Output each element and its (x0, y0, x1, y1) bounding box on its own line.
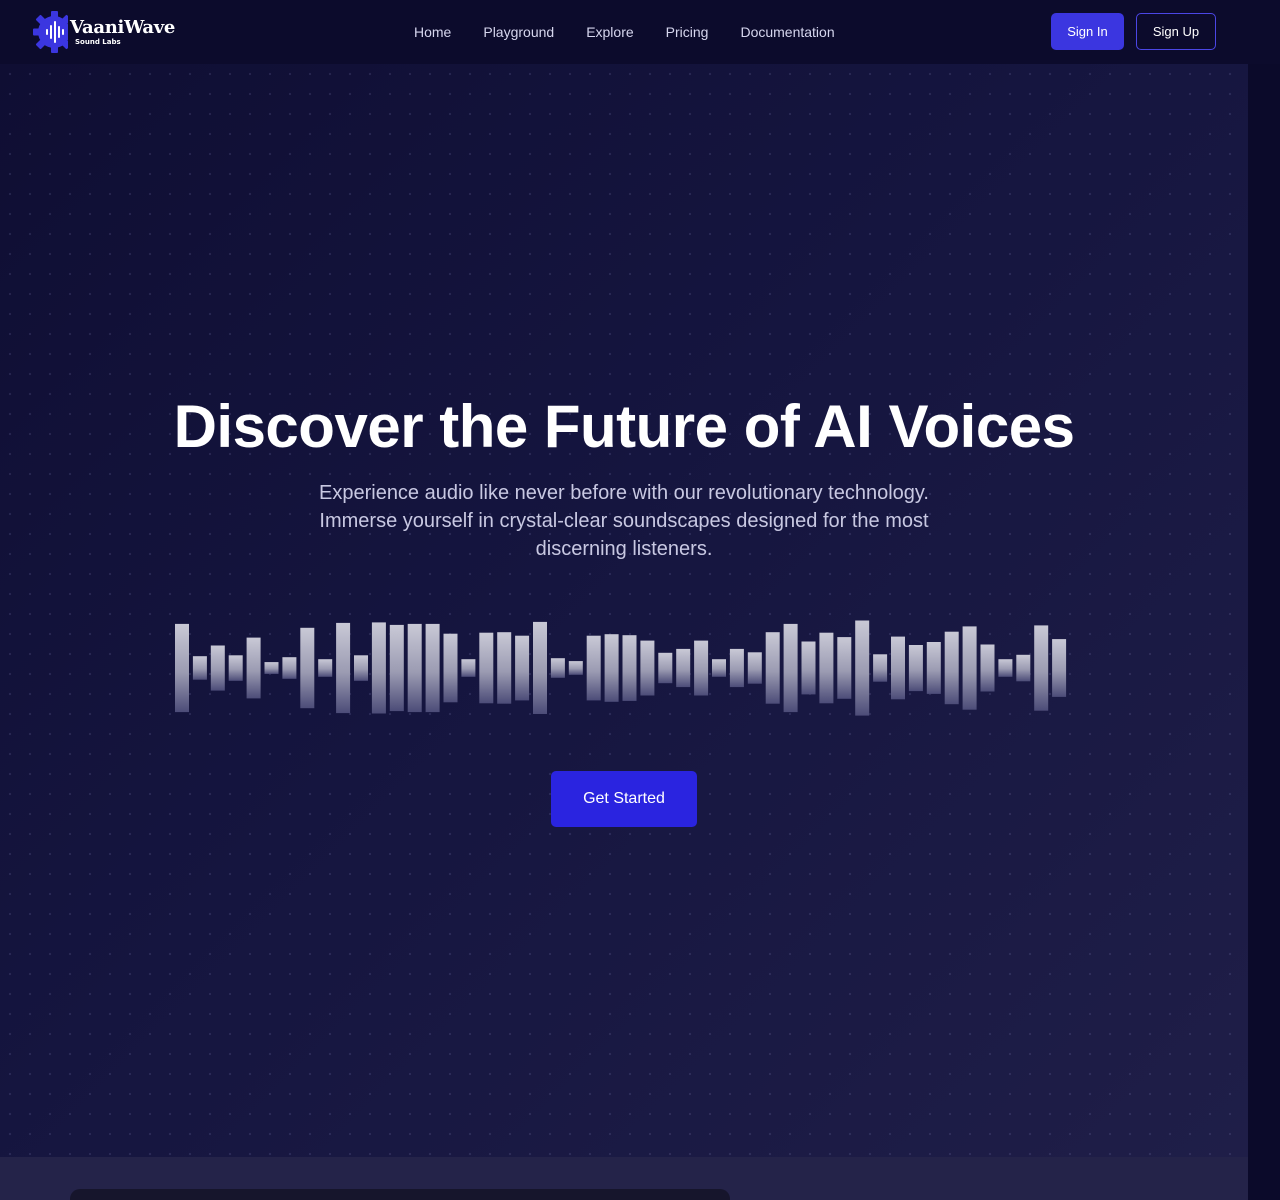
next-section-card (70, 1189, 730, 1200)
waveform-bar (622, 635, 637, 701)
waveform-bar (694, 640, 709, 696)
nav-documentation[interactable]: Documentation (724, 24, 850, 40)
gear-soundwave-icon (33, 11, 68, 53)
top-nav: VaaniWave Sound Labs Home Playground Exp… (0, 0, 1280, 64)
page-gutter (1248, 64, 1280, 1200)
page: VaaniWave Sound Labs Home Playground Exp… (0, 0, 1280, 1200)
waveform-bar (497, 632, 512, 704)
waveform-bar (336, 622, 351, 714)
audio-waveform (175, 620, 1067, 716)
waveform-bar (783, 623, 798, 713)
waveform-bar (443, 633, 458, 703)
waveform-bar (712, 659, 726, 677)
brand-name: VaaniWave (70, 16, 176, 38)
waveform-bar (300, 627, 315, 709)
waveform-bar (819, 632, 834, 704)
hero-subtitle: Experience audio like never before with … (319, 482, 929, 560)
nav-explore[interactable]: Explore (570, 24, 649, 40)
waveform-bar (908, 645, 923, 692)
waveform-bar (891, 636, 905, 700)
waveform-bar (264, 662, 279, 674)
next-section (0, 1157, 1248, 1200)
waveform-bar (192, 656, 207, 680)
dot-pattern-background (0, 64, 1248, 1157)
waveform-bar (604, 634, 619, 702)
waveform-bar (407, 623, 422, 713)
waveform-bar (354, 655, 368, 681)
waveform-bar (676, 648, 691, 688)
waveform-bar (550, 658, 565, 678)
waveform-bar (729, 648, 744, 688)
waveform-bar (282, 657, 297, 679)
waveform-bar (801, 641, 816, 695)
waveform-bar (658, 652, 673, 684)
sign-in-button[interactable]: Sign In (1051, 13, 1124, 50)
get-started-button[interactable]: Get Started (551, 771, 697, 827)
waveform-bar (962, 626, 977, 710)
waveform-bar (765, 632, 780, 704)
waveform-bar (318, 659, 333, 677)
waveform-bar (389, 624, 404, 712)
waveform-bar (568, 661, 583, 675)
sign-up-button[interactable]: Sign Up (1136, 13, 1216, 50)
nav-pricing[interactable]: Pricing (650, 24, 725, 40)
waveform-bar (425, 623, 440, 713)
main-nav: Home Playground Explore Pricing Document… (398, 0, 851, 64)
waveform-bar (246, 637, 261, 699)
waveform-bar (371, 622, 386, 714)
waveform-bar (1016, 654, 1031, 682)
waveform-bar (461, 659, 476, 677)
brand-wordmark: VaaniWave Sound Labs (70, 16, 176, 46)
waveform-bar (926, 642, 941, 694)
waveform-bar (640, 640, 655, 696)
nav-playground[interactable]: Playground (467, 24, 570, 40)
waveform-bar (944, 631, 959, 705)
waveform-bar (873, 654, 888, 682)
brand-tagline: Sound Labs (75, 37, 121, 46)
waveform-bar (855, 620, 870, 716)
waveform-bar (479, 632, 494, 704)
waveform-bar (1052, 639, 1067, 697)
waveform-bar (1034, 625, 1049, 711)
waveform-bar (175, 623, 189, 713)
nav-home[interactable]: Home (398, 24, 467, 40)
waveform-bar (980, 644, 995, 692)
waveform-bar (533, 621, 547, 714)
waveform-bar (747, 652, 762, 684)
waveform-bar (998, 659, 1013, 677)
waveform-bar (837, 637, 852, 699)
waveform-bar (228, 655, 243, 681)
waveform-bar (515, 635, 530, 701)
waveform-bar (586, 635, 601, 701)
waveform-bar (210, 645, 225, 691)
hero-title: Discover the Future of AI Voices (173, 393, 1075, 460)
brand-logo[interactable]: VaaniWave Sound Labs (32, 8, 175, 56)
hero-section: Discover the Future of AI Voices Experie… (0, 64, 1248, 1157)
